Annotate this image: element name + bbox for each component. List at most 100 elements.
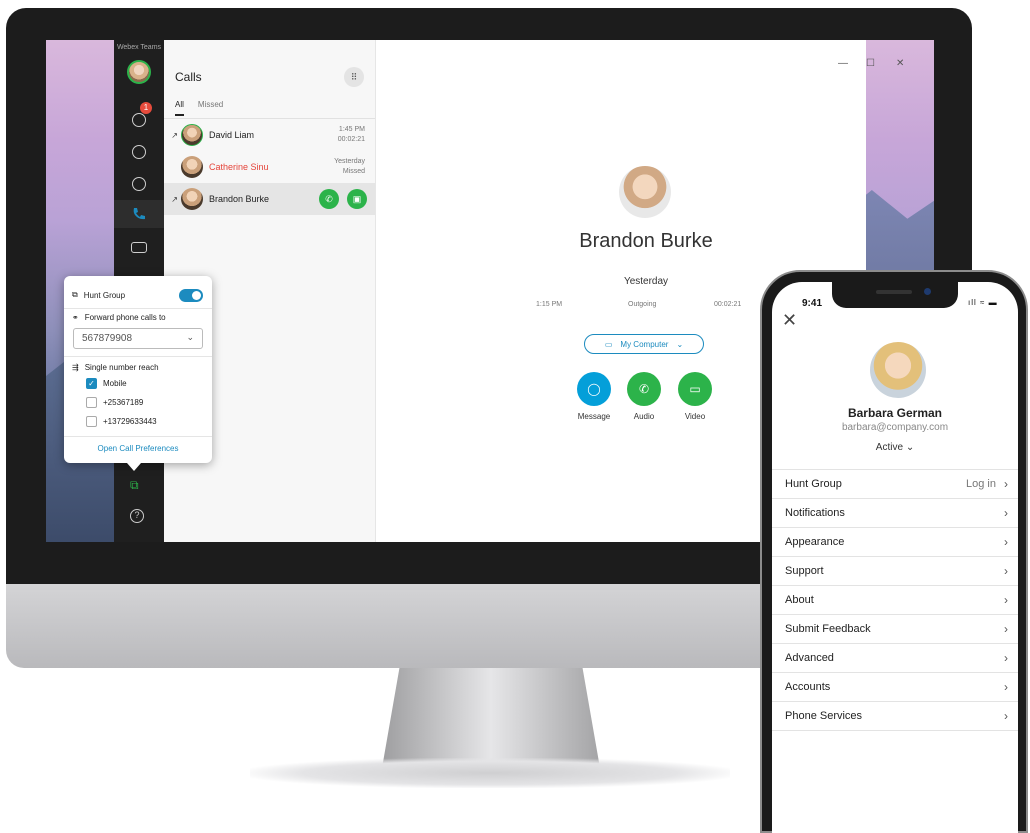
webex-app-window: Webex Teams 1 Calls ⠿ All Missed ↗ David… (114, 40, 904, 542)
settings-menu: Hunt Group Log in › Notifications › Appeara… (772, 469, 1018, 731)
chevron-down-icon: ⌄ (905, 442, 915, 453)
tab-all[interactable]: All (175, 100, 184, 116)
video-call-button[interactable]: ▣ (347, 189, 367, 209)
voicemail-icon[interactable] (114, 233, 164, 261)
menu-appearance[interactable]: Appearance › (772, 528, 1018, 557)
call-row-brandon[interactable]: ↗ Brandon Burke ✆ ▣ (164, 183, 375, 215)
checkbox-mobile[interactable]: ✓ (86, 378, 97, 389)
option-number-1[interactable]: +25367189 (86, 397, 143, 408)
chat-icon[interactable]: 1 (114, 102, 164, 134)
tab-missed[interactable]: Missed (198, 100, 223, 116)
help-icon[interactable]: ? (130, 509, 144, 523)
chevron-right-icon: › (1004, 535, 1008, 549)
checkbox-number-1[interactable] (86, 397, 97, 408)
call-time: 1:15 PM (536, 301, 563, 308)
chevron-right-icon: › (1004, 593, 1008, 607)
menu-accounts[interactable]: Accounts › (772, 673, 1018, 702)
avatar (181, 156, 203, 178)
hunt-group-icon: ⧉ (72, 290, 78, 299)
monitor-stand-shadow (250, 758, 730, 788)
status-time: 9:41 (802, 298, 823, 309)
menu-submit-feedback[interactable]: Submit Feedback › (772, 615, 1018, 644)
hunt-group-label: Hunt Group (83, 290, 126, 300)
contact-name: David Liam (209, 130, 255, 140)
chevron-right-icon: › (1004, 564, 1008, 578)
menu-label: Hunt Group (785, 478, 842, 490)
audio-call-button[interactable]: ✆ (319, 189, 339, 209)
checkbox-number-2[interactable] (86, 416, 97, 427)
option-mobile[interactable]: ✓ Mobile (86, 378, 127, 389)
open-call-preferences-link[interactable]: Open Call Preferences (64, 444, 212, 453)
call-row-catherine[interactable]: Catherine Sinu Yesterday Missed (164, 151, 375, 183)
menu-label: Support (785, 565, 824, 577)
minimize-button[interactable]: — (838, 58, 848, 69)
dialpad-icon[interactable]: ⠿ (344, 67, 364, 87)
contact-name: Catherine Sinu (209, 162, 269, 172)
option-label: Mobile (103, 379, 127, 388)
device-select[interactable]: ▭ My Computer ⌄ (584, 334, 704, 354)
forward-number-select[interactable]: 567879908 ⌄ (73, 328, 203, 349)
close-button[interactable]: ✕ (896, 58, 904, 69)
phone-notch (832, 282, 958, 308)
option-label: +13729633443 (103, 417, 157, 426)
chevron-right-icon: › (1004, 651, 1008, 665)
menu-support[interactable]: Support › (772, 557, 1018, 586)
forward-icon: ⚭ (72, 313, 79, 322)
menu-label: Phone Services (785, 710, 863, 722)
avatar (181, 188, 203, 210)
status-dropdown[interactable]: Active ⌄ (772, 442, 1018, 453)
chevron-right-icon: › (1004, 506, 1008, 520)
chevron-right-icon: › (1004, 477, 1008, 491)
contacts-icon[interactable] (114, 170, 164, 198)
call-duration: 00:02:21 (337, 136, 365, 143)
call-direction: Outgoing (628, 301, 657, 308)
forward-number: 567879908 (82, 333, 133, 344)
call-duration: 00:02:21 (714, 301, 742, 308)
unread-badge: 1 (140, 102, 152, 114)
option-label: +25367189 (103, 398, 144, 407)
maximize-button[interactable]: ☐ (866, 58, 875, 69)
menu-advanced[interactable]: Advanced › (772, 644, 1018, 673)
hunt-group-toggle[interactable] (179, 289, 203, 302)
call-settings-popover: ⧉ Hunt Group ⚭ Forward phone calls to 56… (64, 276, 212, 463)
audio-button[interactable]: ✆ Audio (626, 372, 662, 421)
contact-avatar (619, 166, 671, 218)
user-avatar[interactable] (127, 60, 151, 84)
menu-hunt-group[interactable]: Hunt Group Log in › (772, 470, 1018, 499)
option-number-2[interactable]: +13729633443 (86, 416, 157, 427)
menu-label: Accounts (785, 681, 831, 693)
message-icon: ◯ (577, 372, 611, 406)
menu-notifications[interactable]: Notifications › (772, 499, 1018, 528)
chevron-right-icon: › (1004, 709, 1008, 723)
call-time: 1:45 PM (338, 126, 365, 133)
message-button[interactable]: ◯ Message (576, 372, 612, 421)
chevron-right-icon: › (1004, 622, 1008, 636)
app-title: Webex Teams (116, 44, 162, 51)
phone-icon: ✆ (627, 372, 661, 406)
profile-name: Barbara German (847, 406, 943, 420)
call-row-david[interactable]: ↗ David Liam 1:45 PM 00:02:21 (164, 119, 375, 151)
video-label: Video (684, 412, 706, 421)
signal-wifi-battery-icon: ıll ≈ ▬ (968, 298, 998, 307)
menu-label: Submit Feedback (785, 623, 871, 635)
chevron-right-icon: › (1004, 680, 1008, 694)
message-label: Message (577, 412, 611, 421)
menu-value: Log in (966, 478, 996, 490)
outgoing-arrow-icon: ↗ (171, 130, 178, 140)
snr-icon: ⇶ (72, 363, 79, 372)
menu-about[interactable]: About › (772, 586, 1018, 615)
teams-icon[interactable] (114, 138, 164, 166)
forward-label: Forward phone calls to (84, 313, 166, 322)
close-icon[interactable]: ✕ (782, 310, 797, 331)
call-settings-icon[interactable]: ⧉ (130, 478, 139, 493)
phone-icon[interactable] (114, 200, 164, 228)
menu-phone-services[interactable]: Phone Services › (772, 702, 1018, 731)
call-status: Missed (342, 168, 365, 175)
menu-label: Appearance (785, 536, 845, 548)
menu-label: Notifications (785, 507, 845, 519)
chevron-down-icon: ⌄ (676, 339, 684, 349)
avatar (181, 124, 203, 146)
video-button[interactable]: ▭ Video (677, 372, 713, 421)
snr-label: Single number reach (84, 363, 159, 372)
chevron-down-icon: ⌄ (186, 332, 194, 342)
